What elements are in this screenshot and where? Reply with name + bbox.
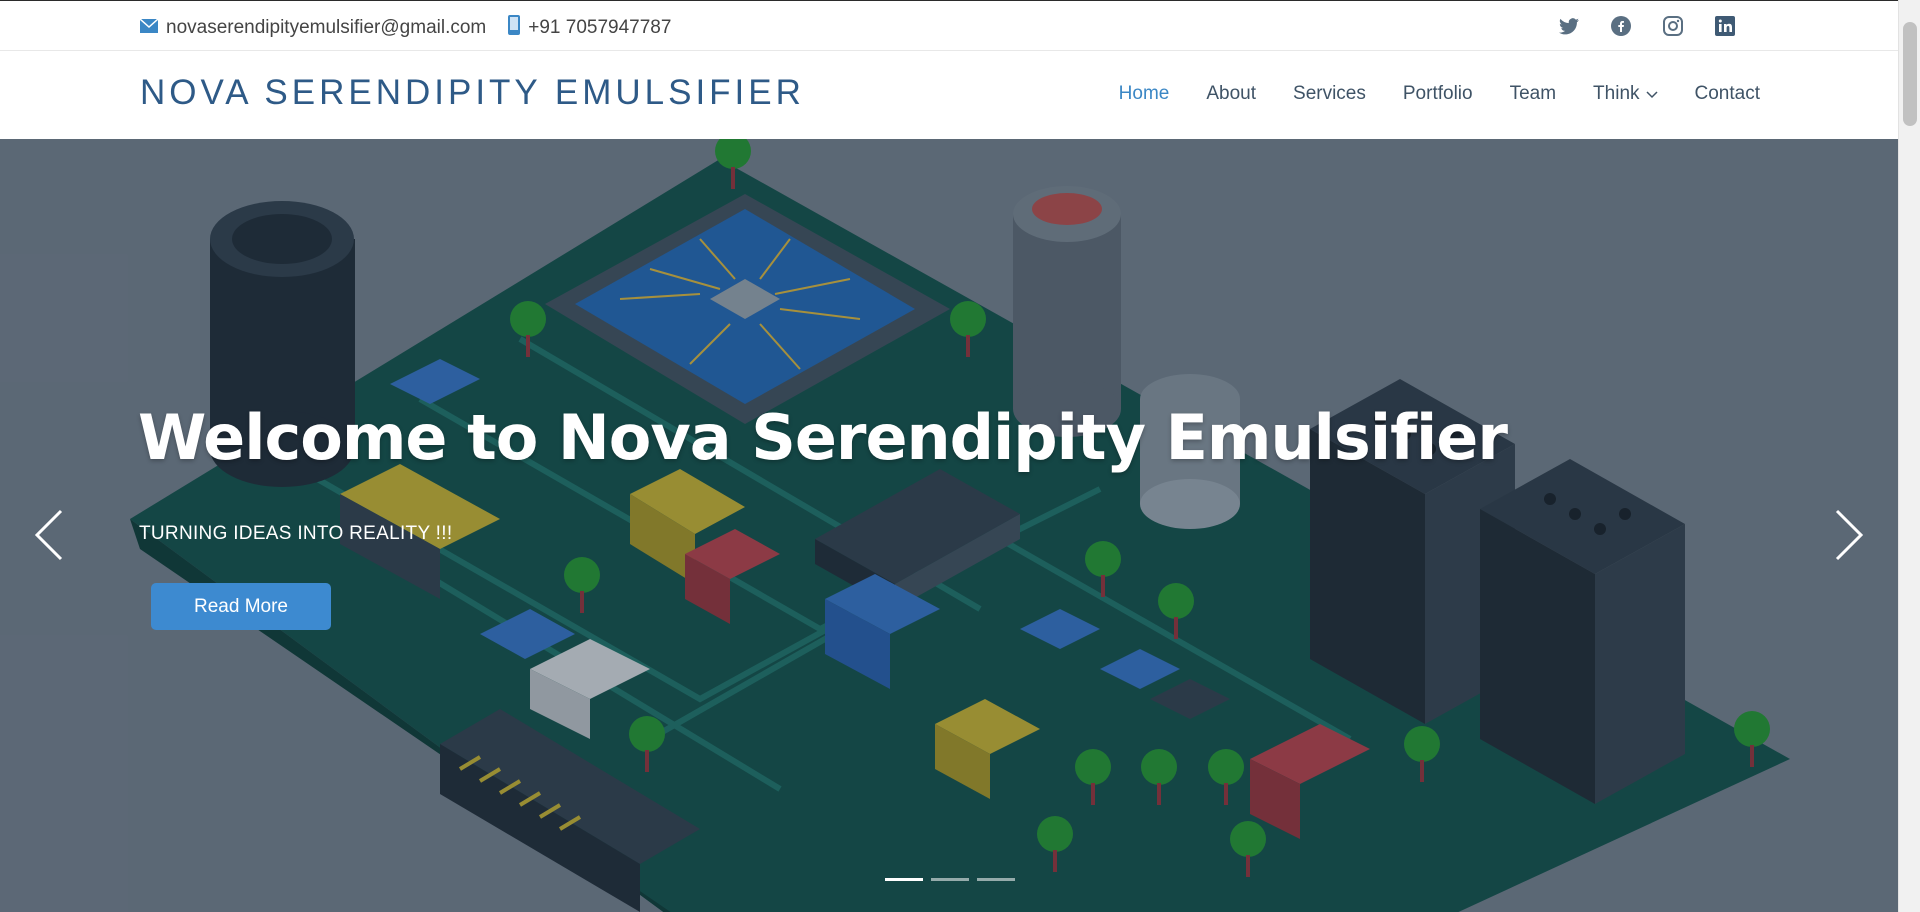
nav-services[interactable]: Services	[1293, 83, 1366, 105]
carousel-prev-button[interactable]	[28, 507, 68, 567]
instagram-icon[interactable]	[1662, 15, 1684, 37]
nav-contact[interactable]: Contact	[1695, 83, 1760, 105]
nav-contact-label: Contact	[1694, 83, 1760, 104]
nav-think[interactable]: Think	[1593, 83, 1658, 105]
chevron-right-icon	[1835, 509, 1865, 566]
main-navbar: NOVA SERENDIPITY EMULSIFIER Home About S…	[0, 51, 1898, 139]
social-links	[1558, 15, 1736, 37]
carousel-indicator-1[interactable]	[885, 878, 923, 881]
nav-services-label: Services	[1293, 83, 1366, 104]
linkedin-icon[interactable]	[1714, 15, 1736, 37]
page-scrollbar[interactable]	[1898, 0, 1920, 912]
phone-link[interactable]: +91 7057947787	[508, 15, 671, 41]
carousel-indicator-3[interactable]	[977, 878, 1015, 881]
facebook-icon[interactable]	[1610, 15, 1632, 37]
chevron-down-icon	[1645, 83, 1658, 105]
carousel-indicator-2[interactable]	[931, 878, 969, 881]
nav-about[interactable]: About	[1206, 83, 1256, 105]
contact-info: novaserendipityemulsifier@gmail.com +91 …	[139, 15, 671, 41]
envelope-icon	[139, 17, 159, 39]
email-link[interactable]: novaserendipityemulsifier@gmail.com	[139, 17, 487, 39]
nav-portfolio-label: Portfolio	[1402, 83, 1473, 104]
scrollbar-thumb[interactable]	[1903, 22, 1917, 126]
read-more-button[interactable]: Read More	[151, 583, 331, 630]
nav-team-label: Team	[1509, 83, 1557, 104]
site-logo[interactable]: NOVA SERENDIPITY EMULSIFIER	[140, 73, 805, 113]
nav-about-label: About	[1206, 83, 1257, 104]
phone-icon	[508, 15, 521, 41]
nav-think-label: Think	[1593, 83, 1640, 104]
nav-team[interactable]: Team	[1510, 83, 1556, 105]
hero-carousel: Welcome to Nova Serendipity Emulsifier T…	[0, 139, 1898, 912]
hero-subtitle: TURNING IDEAS INTO REALITY !!!	[139, 523, 453, 544]
carousel-indicators	[885, 878, 1015, 881]
phone-text: +91 7057947787	[528, 17, 672, 38]
twitter-icon[interactable]	[1558, 15, 1580, 37]
carousel-next-button[interactable]	[1830, 507, 1870, 567]
nav-home-label: Home	[1118, 83, 1170, 104]
hero-title: Welcome to Nova Serendipity Emulsifier	[138, 401, 1508, 474]
nav-home[interactable]: Home	[1119, 83, 1170, 105]
top-bar: novaserendipityemulsifier@gmail.com +91 …	[0, 0, 1898, 51]
nav-menu: Home About Services Portfolio Team Think…	[1119, 83, 1760, 105]
nav-portfolio[interactable]: Portfolio	[1403, 83, 1473, 105]
email-text: novaserendipityemulsifier@gmail.com	[166, 17, 487, 38]
chevron-left-icon	[33, 509, 63, 566]
